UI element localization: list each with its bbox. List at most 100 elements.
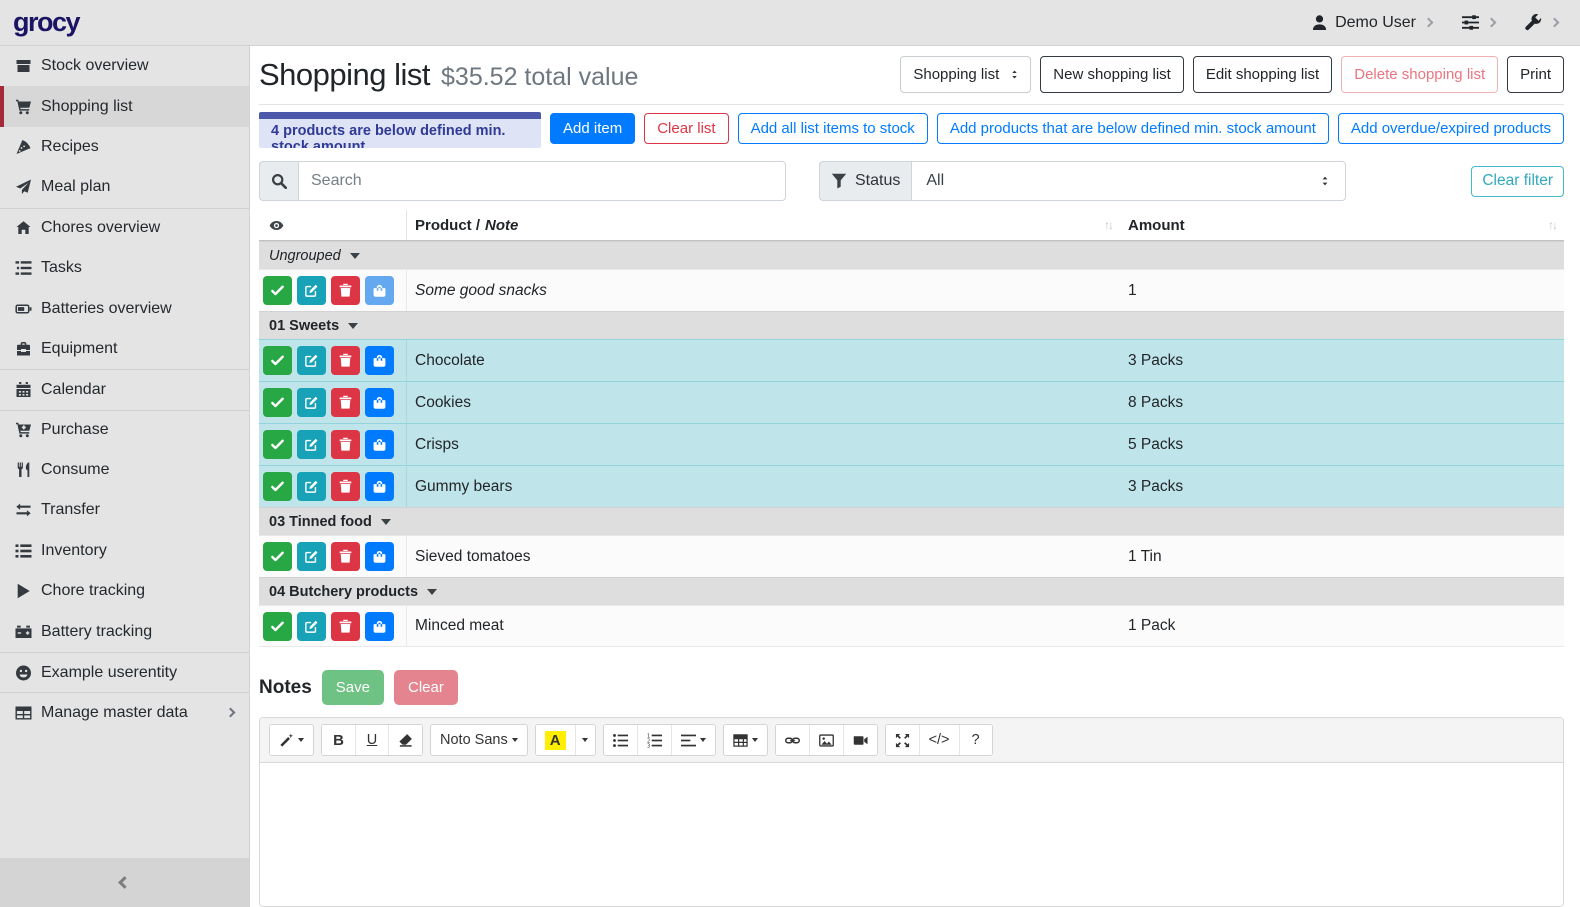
clear-filter-button[interactable]: Clear filter [1471,166,1564,197]
insert-image-button[interactable] [809,725,843,755]
delete-button[interactable] [331,472,360,501]
sidebar-item-example-userentity[interactable]: Example userentity [0,652,249,692]
caret-down-icon [582,738,588,742]
trash-icon [338,283,353,298]
sidebar-item-calendar[interactable]: Calendar [0,369,249,409]
insert-table-button[interactable] [724,725,767,755]
delete-button[interactable] [331,388,360,417]
purchase-button[interactable] [365,388,394,417]
paragraph-align-button[interactable] [671,725,715,755]
group-header-butchery-products[interactable]: 04 Butchery products [259,577,1564,605]
group-header-sweets[interactable]: 01 Sweets [259,311,1564,339]
edit-button[interactable] [297,612,326,641]
shopping-list-select[interactable]: Shopping list [900,56,1031,93]
sidebar-item-meal-plan[interactable]: Meal plan [0,167,249,207]
edit-button[interactable] [297,346,326,375]
table-row: Chocolate 3 Packs [259,339,1564,381]
code-view-button[interactable]: </> [919,725,959,755]
group-header-ungrouped[interactable]: Ungrouped [259,241,1564,269]
shopping-bag-icon [372,283,387,298]
sidebar-item-recipes[interactable]: Recipes [0,127,249,167]
sidebar-item-batteries-overview[interactable]: Batteries overview [0,288,249,328]
sort-icon[interactable]: ↑↓ [1104,218,1112,232]
sidebar-item-inventory[interactable]: Inventory [0,531,249,571]
edit-button[interactable] [297,430,326,459]
notes-editing-area[interactable] [260,763,1563,906]
sidebar-item-transfer[interactable]: Transfer [0,490,249,530]
group-header-tinned-food[interactable]: 03 Tinned food [259,507,1564,535]
purchase-button[interactable] [365,276,394,305]
sidebar-item-manage-master-data[interactable]: Manage master data [0,692,249,732]
add-below-min-stock-button[interactable]: Add products that are below defined min.… [937,113,1329,144]
status-select[interactable]: All [911,161,1346,201]
add-all-to-stock-button[interactable]: Add all list items to stock [738,113,928,144]
font-family-button[interactable]: Noto Sans [431,725,527,755]
ordered-list-button[interactable] [637,725,671,755]
save-notes-button[interactable]: Save [322,670,384,705]
amount-column-header[interactable]: Amount ↑↓ [1120,210,1564,240]
product-column-header[interactable]: Product / Note ↑↓ [407,210,1120,240]
style-button[interactable] [270,725,313,755]
sidebar-item-chores-overview[interactable]: Chores overview [0,208,249,248]
insert-video-button[interactable] [843,725,877,755]
sidebar-item-stock-overview[interactable]: Stock overview [0,46,249,86]
sidebar-item-consume[interactable]: Consume [0,450,249,490]
done-button[interactable] [263,472,292,501]
font-color-dropdown-button[interactable] [575,725,595,755]
clear-notes-button[interactable]: Clear [394,670,458,705]
insert-link-button[interactable] [776,725,809,755]
sidebar-item-battery-tracking[interactable]: Battery tracking [0,611,249,651]
tasks-icon [15,260,32,276]
search-input[interactable] [298,161,786,201]
help-button[interactable]: ? [959,725,992,755]
edit-button[interactable] [297,276,326,305]
done-button[interactable] [263,388,292,417]
sidebar-item-chore-tracking[interactable]: Chore tracking [0,571,249,611]
purchase-button[interactable] [365,542,394,571]
delete-button[interactable] [331,430,360,459]
sidebar-item-purchase[interactable]: Purchase [0,410,249,450]
add-item-button[interactable]: Add item [550,113,635,144]
purchase-button[interactable] [365,612,394,641]
sort-icon[interactable]: ↑↓ [1548,218,1556,232]
clear-list-button[interactable]: Clear list [644,113,728,144]
delete-button[interactable] [331,612,360,641]
delete-button[interactable] [331,346,360,375]
edit-shopping-list-button[interactable]: Edit shopping list [1193,56,1332,93]
done-button[interactable] [263,346,292,375]
edit-button[interactable] [297,472,326,501]
chevron-down-icon [348,323,358,329]
user-menu[interactable]: Demo User [1311,14,1432,32]
settings-menu[interactable] [1462,14,1495,31]
unordered-list-button[interactable] [604,725,637,755]
done-button[interactable] [263,430,292,459]
chevron-right-icon [1550,18,1560,28]
sidebar-item-tasks[interactable]: Tasks [0,248,249,288]
purchase-button[interactable] [365,430,394,459]
edit-button[interactable] [297,388,326,417]
font-color-button[interactable]: A [536,725,575,755]
sliders-icon [1462,14,1479,31]
admin-menu[interactable] [1525,14,1558,31]
sidebar-collapse-button[interactable] [0,858,249,907]
purchase-button[interactable] [365,346,394,375]
delete-shopping-list-button[interactable]: Delete shopping list [1341,56,1498,93]
sidebar: Stock overview Shopping list Recipes Mea… [0,46,250,907]
print-button[interactable]: Print [1507,56,1564,93]
done-button[interactable] [263,612,292,641]
sidebar-item-equipment[interactable]: Equipment [0,329,249,369]
purchase-button[interactable] [365,472,394,501]
done-button[interactable] [263,542,292,571]
clear-formatting-button[interactable] [388,725,422,755]
delete-button[interactable] [331,276,360,305]
done-button[interactable] [263,276,292,305]
new-shopping-list-button[interactable]: New shopping list [1040,56,1184,93]
edit-button[interactable] [297,542,326,571]
underline-button[interactable]: U [355,725,388,755]
eye-icon[interactable] [269,218,284,233]
delete-button[interactable] [331,542,360,571]
add-overdue-button[interactable]: Add overdue/expired products [1338,113,1564,144]
bold-button[interactable]: B [322,725,355,755]
sidebar-item-shopping-list[interactable]: Shopping list [0,86,249,126]
fullscreen-button[interactable] [886,725,919,755]
